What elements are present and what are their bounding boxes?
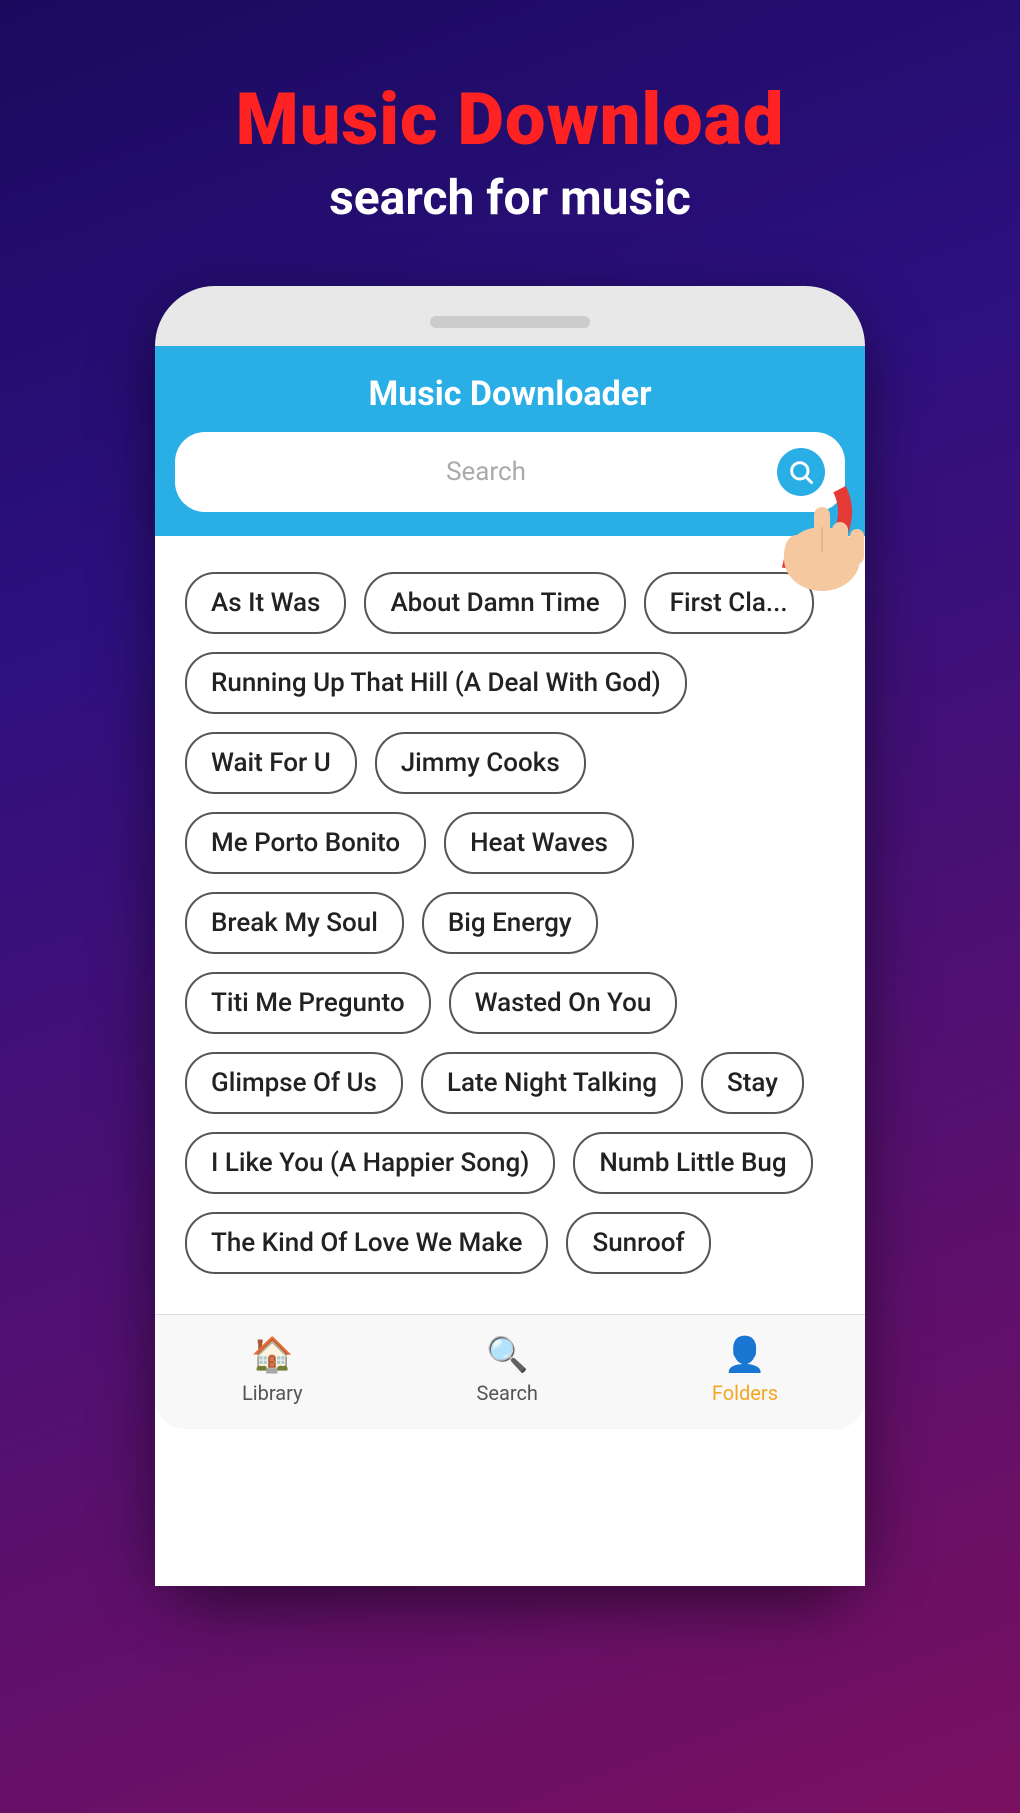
- tag-item[interactable]: Numb Little Bug: [573, 1132, 812, 1194]
- nav-label-search: Search: [477, 1381, 538, 1405]
- tag-item[interactable]: Running Up That Hill (A Deal With God): [185, 652, 687, 714]
- nav-item-search[interactable]: 🔍 Search: [477, 1335, 538, 1405]
- app-header: Music Downloader Search: [155, 346, 865, 536]
- tag-item[interactable]: Big Energy: [422, 892, 598, 954]
- search-icon: [787, 458, 815, 486]
- tag-item[interactable]: Glimpse Of Us: [185, 1052, 403, 1114]
- tag-item[interactable]: I Like You (A Happier Song): [185, 1132, 555, 1194]
- tag-item[interactable]: Titi Me Pregunto: [185, 972, 431, 1034]
- tag-item[interactable]: The Kind Of Love We Make: [185, 1212, 548, 1274]
- tag-item[interactable]: About Damn Time: [364, 572, 625, 634]
- tag-item[interactable]: First Cla...: [644, 572, 814, 634]
- nav-label-library: Library: [242, 1381, 303, 1405]
- tags-container: As It Was About Damn Time First Cla... Runn…: [155, 536, 865, 1314]
- app-title: Music Downloader: [175, 374, 845, 414]
- tag-item[interactable]: As It Was: [185, 572, 346, 634]
- tag-item[interactable]: Wait For U: [185, 732, 357, 794]
- tag-item[interactable]: Wasted On You: [449, 972, 678, 1034]
- search-input-placeholder: Search: [195, 457, 777, 487]
- nav-icon-library: 🏠: [251, 1335, 293, 1375]
- tag-item[interactable]: Me Porto Bonito: [185, 812, 426, 874]
- sub-title: search for music: [40, 169, 980, 226]
- nav-label-folders: Folders: [712, 1381, 778, 1405]
- search-bar[interactable]: Search: [175, 432, 845, 512]
- search-icon-circle[interactable]: [777, 448, 825, 496]
- tag-item[interactable]: Jimmy Cooks: [375, 732, 586, 794]
- tag-item[interactable]: Late Night Talking: [421, 1052, 683, 1114]
- phone-wrapper: Music Downloader Search: [155, 286, 865, 1586]
- tag-item[interactable]: Sunroof: [566, 1212, 710, 1274]
- tag-item[interactable]: Heat Waves: [444, 812, 634, 874]
- tag-item[interactable]: Stay: [701, 1052, 804, 1114]
- phone-notch: [430, 316, 590, 328]
- phone-nav: 🏠 Library 🔍 Search 👤 Folders: [155, 1314, 865, 1429]
- nav-item-library[interactable]: 🏠 Library: [242, 1335, 303, 1405]
- header-section: Music Download search for music: [0, 0, 1020, 266]
- phone-screen: Music Downloader Search: [155, 346, 865, 1586]
- nav-icon-search: 🔍: [486, 1335, 528, 1375]
- nav-icon-folders: 👤: [724, 1335, 766, 1375]
- tag-item[interactable]: Break My Soul: [185, 892, 404, 954]
- nav-item-folders[interactable]: 👤 Folders: [712, 1335, 778, 1405]
- main-title: Music Download: [40, 80, 980, 159]
